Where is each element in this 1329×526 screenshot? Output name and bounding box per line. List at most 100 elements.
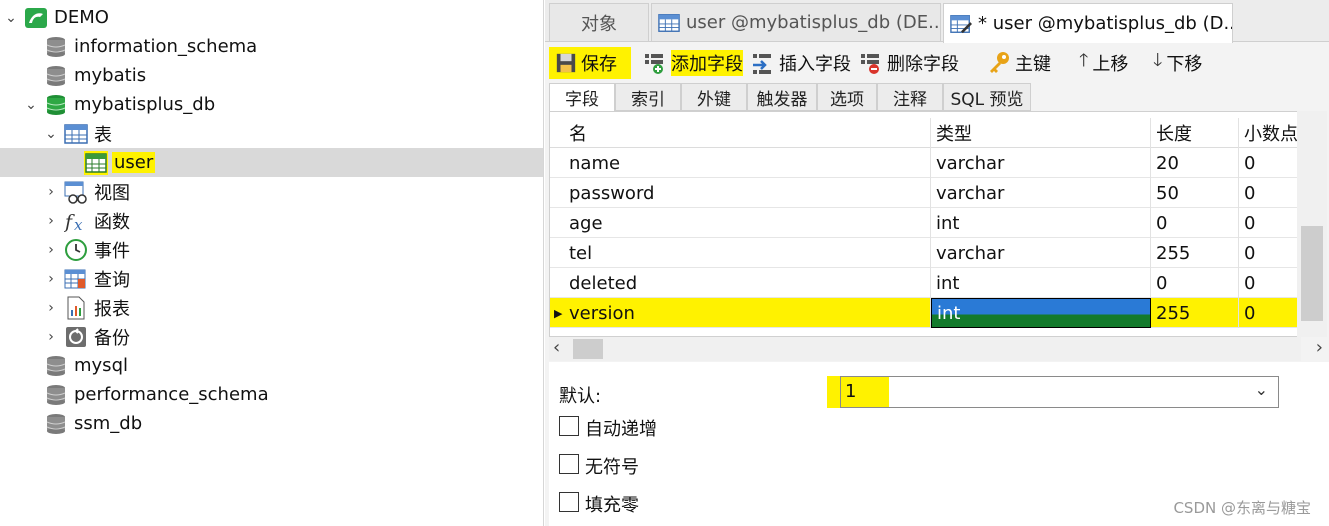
- cell-name[interactable]: name: [564, 148, 931, 178]
- tree-db-mysql[interactable]: mysql: [0, 351, 543, 380]
- save-icon: [555, 52, 577, 74]
- table-row[interactable]: tel varchar 255 0: [550, 238, 1300, 268]
- cell-name[interactable]: version: [564, 298, 931, 328]
- column-header-length[interactable]: 长度: [1151, 118, 1239, 148]
- subtab-indexes[interactable]: 索引: [615, 83, 681, 111]
- cell-decimals[interactable]: 0: [1239, 178, 1300, 208]
- cell-name[interactable]: age: [564, 208, 931, 238]
- arrow-down-icon: 🡓: [1153, 50, 1163, 71]
- cell-length[interactable]: 50: [1151, 178, 1239, 208]
- tab-user-table-design[interactable]: * user @mybatisplus_db (D...: [943, 3, 1233, 43]
- tree-folder-queries[interactable]: › 查询: [0, 264, 543, 293]
- subtab-fields[interactable]: 字段: [549, 83, 615, 111]
- chevron-down-icon[interactable]: ⌄: [24, 97, 38, 113]
- table-row[interactable]: name varchar 20 0: [550, 148, 1300, 178]
- zerofill-checkbox[interactable]: [559, 492, 579, 512]
- chevron-right-icon[interactable]: ›: [44, 329, 58, 345]
- chevron-down-icon[interactable]: ⌄: [1255, 380, 1268, 399]
- tree-folder-views[interactable]: › 视图: [0, 177, 543, 206]
- subtab-comments[interactable]: 注释: [877, 83, 943, 111]
- subtab-options[interactable]: 选项: [817, 83, 877, 111]
- insert-field-label: 插入字段: [779, 54, 851, 75]
- subtab-label: 索引: [631, 89, 665, 110]
- subtab-foreign-keys[interactable]: 外键: [681, 83, 747, 111]
- auto-increment-checkbox[interactable]: [559, 416, 579, 436]
- chevron-right-icon[interactable]: ›: [44, 300, 58, 316]
- cell-length[interactable]: 255: [1151, 298, 1239, 328]
- horizontal-scroll-thumb[interactable]: [573, 339, 603, 359]
- chevron-right-icon[interactable]: ›: [44, 213, 58, 229]
- save-button[interactable]: 保存: [549, 47, 631, 79]
- database-label: ssm_db: [74, 413, 143, 434]
- tree-folder-tables[interactable]: ⌄ 表: [0, 119, 543, 148]
- default-value: 1: [845, 381, 857, 402]
- table-icon: [658, 12, 680, 34]
- cell-name[interactable]: deleted: [564, 268, 931, 298]
- move-down-button[interactable]: 🡓 下移: [1153, 47, 1219, 79]
- query-icon: [64, 267, 88, 291]
- scroll-left-icon[interactable]: ‹: [553, 337, 560, 358]
- column-header-type[interactable]: 类型: [931, 118, 1151, 148]
- chevron-right-icon[interactable]: ›: [44, 242, 58, 258]
- tree-connection-demo[interactable]: ⌄ DEMO: [0, 3, 543, 32]
- tree-folder-events[interactable]: › 事件: [0, 235, 543, 264]
- tab-user-table-data[interactable]: user @mybatisplus_db (DE...: [651, 3, 941, 41]
- folder-label: 函数: [94, 211, 130, 233]
- table-row[interactable]: age int 0 0: [550, 208, 1300, 238]
- insert-field-button[interactable]: 插入字段: [751, 47, 855, 79]
- cell-length[interactable]: 20: [1151, 148, 1239, 178]
- cell-type[interactable]: int: [931, 208, 1151, 238]
- table-row[interactable]: password varchar 50 0: [550, 178, 1300, 208]
- database-open-icon: [44, 93, 68, 117]
- cell-type[interactable]: varchar: [931, 178, 1151, 208]
- chevron-right-icon[interactable]: ›: [44, 184, 58, 200]
- tree-db-performance-schema[interactable]: performance_schema: [0, 380, 543, 409]
- cell-length[interactable]: 255: [1151, 238, 1239, 268]
- tree-folder-functions[interactable]: › fx 函数: [0, 206, 543, 235]
- table-folder-icon: [64, 122, 88, 146]
- tree-db-information-schema[interactable]: information_schema: [0, 32, 543, 61]
- grid-vertical-scrollbar[interactable]: [1297, 111, 1327, 337]
- scroll-right-icon[interactable]: ›: [1316, 337, 1323, 358]
- delete-field-button[interactable]: 删除字段: [859, 47, 965, 79]
- table-icon: [84, 150, 108, 175]
- cell-decimals[interactable]: 0: [1239, 298, 1300, 328]
- cell-decimals[interactable]: 0: [1239, 148, 1300, 178]
- tree-folder-backups[interactable]: › 备份: [0, 322, 543, 351]
- cell-type[interactable]: varchar: [931, 148, 1151, 178]
- cell-length[interactable]: 0: [1151, 208, 1239, 238]
- primary-key-button[interactable]: 主键: [987, 47, 1057, 79]
- tree-db-mybatisplus-db[interactable]: ⌄ mybatisplus_db: [0, 90, 543, 119]
- cell-type[interactable]: int: [931, 268, 1151, 298]
- tree-folder-reports[interactable]: › 报表: [0, 293, 543, 322]
- move-up-button[interactable]: 🡑 上移: [1079, 47, 1145, 79]
- subtab-triggers[interactable]: 触发器: [747, 83, 817, 111]
- cell-type-editing[interactable]: int: [931, 298, 1151, 328]
- column-header-decimals[interactable]: 小数点: [1239, 118, 1300, 148]
- default-value-select[interactable]: 1 ⌄: [840, 376, 1279, 408]
- tree-db-mybatis[interactable]: mybatis: [0, 61, 543, 90]
- add-field-button[interactable]: 添加字段: [641, 47, 745, 79]
- vertical-scroll-thumb[interactable]: [1301, 226, 1323, 321]
- chevron-down-icon[interactable]: ⌄: [4, 10, 18, 26]
- table-row-current[interactable]: ▶ version int 255 0: [550, 298, 1300, 328]
- cell-decimals[interactable]: 0: [1239, 208, 1300, 238]
- cell-name[interactable]: tel: [564, 238, 931, 268]
- tab-objects[interactable]: 对象: [549, 3, 649, 41]
- cell-type[interactable]: varchar: [931, 238, 1151, 268]
- chevron-down-icon[interactable]: ⌄: [44, 126, 58, 142]
- cell-decimals[interactable]: 0: [1239, 238, 1300, 268]
- column-header-name[interactable]: 名: [564, 118, 931, 148]
- cell-name[interactable]: password: [564, 178, 931, 208]
- chevron-right-icon[interactable]: ›: [44, 271, 58, 287]
- grid-horizontal-scrollbar[interactable]: ‹ ›: [549, 337, 1323, 361]
- cell-decimals[interactable]: 0: [1239, 268, 1300, 298]
- unsigned-checkbox[interactable]: [559, 454, 579, 474]
- tab-label: * user @mybatisplus_db (D...: [978, 13, 1233, 34]
- tree-db-ssm-db[interactable]: ssm_db: [0, 409, 543, 438]
- table-row[interactable]: deleted int 0 0: [550, 268, 1300, 298]
- database-label: mysql: [74, 355, 128, 376]
- subtab-sql-preview[interactable]: SQL 预览: [943, 83, 1031, 111]
- tree-table-user[interactable]: user: [0, 148, 543, 177]
- cell-length[interactable]: 0: [1151, 268, 1239, 298]
